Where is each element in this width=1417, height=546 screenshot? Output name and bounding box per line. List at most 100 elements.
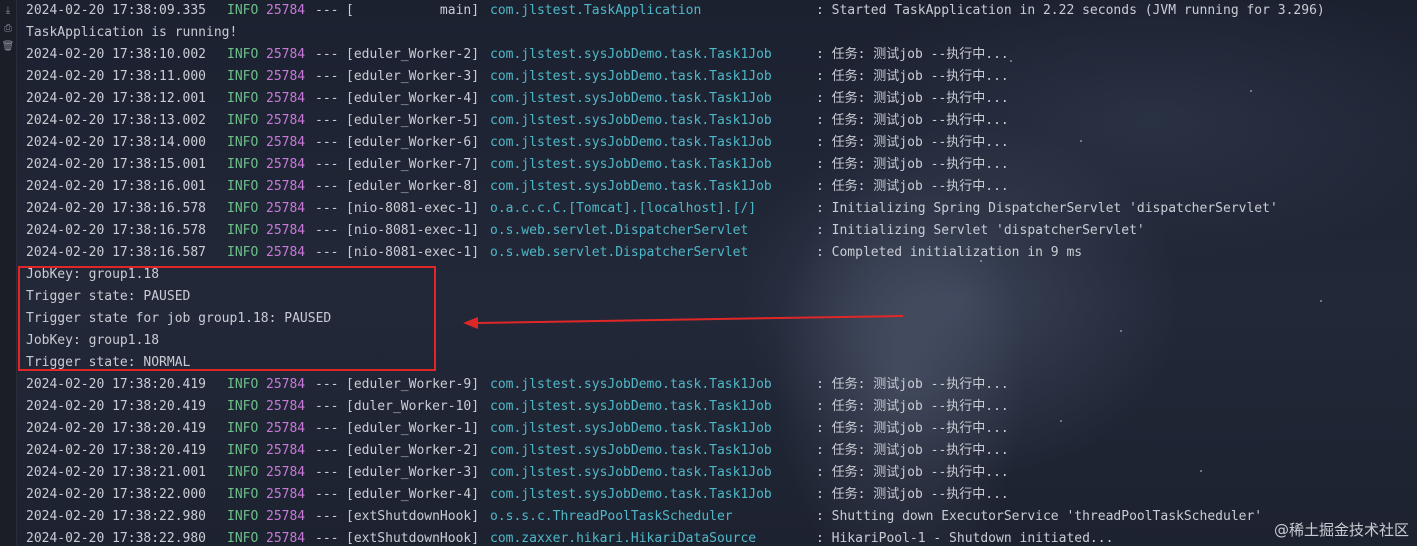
console-line: 2024-02-20 17:38:22.980 INFO 25784 --- [extS… xyxy=(26,506,1417,528)
console-line: 2024-02-20 17:38:20.419 INFO 25784 --- [edul… xyxy=(26,374,1417,396)
log-timestamp: 2024-02-20 17:38:22.000 xyxy=(26,487,207,502)
console-line: 2024-02-20 17:38:09.335 INFO 25784 --- [ mai… xyxy=(26,0,1417,22)
log-level: INFO xyxy=(227,223,259,238)
log-thread: [duler_Worker-10] xyxy=(346,399,480,414)
log-level: INFO xyxy=(227,179,259,194)
log-timestamp: 2024-02-20 17:38:13.002 xyxy=(26,113,207,128)
console-line: 2024-02-20 17:38:10.002 INFO 25784 --- [edul… xyxy=(26,44,1417,66)
console-line: 2024-02-20 17:38:11.000 INFO 25784 --- [edul… xyxy=(26,66,1417,88)
log-logger[interactable]: com.jlstest.sysJobDemo.task.Task1Job xyxy=(490,88,772,110)
log-level: INFO xyxy=(227,443,259,458)
log-separator: --- xyxy=(315,135,339,150)
log-pid: 25784 xyxy=(266,201,306,216)
log-message: : 任务: 测试job --执行中... xyxy=(816,135,1009,150)
log-message: : 任务: 测试job --执行中... xyxy=(816,377,1009,392)
print-icon[interactable]: ⎙ xyxy=(0,22,16,36)
log-pid: 25784 xyxy=(266,377,306,392)
log-thread: [eduler_Worker-3] xyxy=(346,465,480,480)
log-separator: --- xyxy=(315,179,339,194)
log-pid: 25784 xyxy=(266,157,306,172)
log-logger[interactable]: com.jlstest.sysJobDemo.task.Task1Job xyxy=(490,484,772,506)
log-logger[interactable]: com.zaxxer.hikari.HikariDataSource xyxy=(490,528,756,546)
console-line: 2024-02-20 17:38:13.002 INFO 25784 --- [edul… xyxy=(26,110,1417,132)
log-timestamp: 2024-02-20 17:38:20.419 xyxy=(26,377,207,392)
log-logger[interactable]: com.jlstest.sysJobDemo.task.Task1Job xyxy=(490,374,772,396)
log-thread: [eduler_Worker-5] xyxy=(346,113,480,128)
console-line: 2024-02-20 17:38:20.419 INFO 25784 --- [edul… xyxy=(26,418,1417,440)
console-line: 2024-02-20 17:38:16.587 INFO 25784 --- [nio-… xyxy=(26,242,1417,264)
log-message: : Shutting down ExecutorService 'threadP… xyxy=(816,509,1263,524)
log-pid: 25784 xyxy=(266,421,306,436)
log-message: : HikariPool-1 - Shutdown initiated... xyxy=(816,531,1114,546)
log-logger[interactable]: o.s.web.servlet.DispatcherServlet xyxy=(490,220,748,242)
log-logger[interactable]: com.jlstest.sysJobDemo.task.Task1Job xyxy=(490,176,772,198)
log-logger[interactable]: o.s.s.c.ThreadPoolTaskScheduler xyxy=(490,506,733,528)
console-line: 2024-02-20 17:38:15.001 INFO 25784 --- [edul… xyxy=(26,154,1417,176)
log-timestamp: 2024-02-20 17:38:12.001 xyxy=(26,91,207,106)
log-pid: 25784 xyxy=(266,3,306,18)
log-separator: --- xyxy=(315,245,339,260)
log-thread: [eduler_Worker-1] xyxy=(346,421,480,436)
log-timestamp: 2024-02-20 17:38:20.419 xyxy=(26,443,207,458)
log-pid: 25784 xyxy=(266,465,306,480)
console-line: 2024-02-20 17:38:21.001 INFO 25784 --- [edul… xyxy=(26,462,1417,484)
log-level: INFO xyxy=(227,509,259,524)
log-logger[interactable]: com.jlstest.sysJobDemo.task.Task1Job xyxy=(490,154,772,176)
log-message: : 任务: 测试job --执行中... xyxy=(816,421,1009,436)
log-logger[interactable]: o.s.web.servlet.DispatcherServlet xyxy=(490,242,748,264)
trash-icon[interactable]: 🗑 xyxy=(0,40,16,54)
log-timestamp: 2024-02-20 17:38:16.578 xyxy=(26,223,207,238)
log-level: INFO xyxy=(227,135,259,150)
log-level: INFO xyxy=(227,465,259,480)
watermark: @稀土掘金技术社区 xyxy=(1273,521,1409,539)
log-pid: 25784 xyxy=(266,531,306,546)
console-line: 2024-02-20 17:38:20.419 INFO 25784 --- [edul… xyxy=(26,440,1417,462)
log-level: INFO xyxy=(227,91,259,106)
log-thread: [extShutdownHook] xyxy=(346,531,480,546)
log-pid: 25784 xyxy=(266,399,306,414)
log-thread: [eduler_Worker-4] xyxy=(346,91,480,106)
log-separator: --- xyxy=(315,465,339,480)
log-message: : 任务: 测试job --执行中... xyxy=(816,113,1009,128)
log-logger[interactable]: com.jlstest.sysJobDemo.task.Task1Job xyxy=(490,418,772,440)
log-message: : 任务: 测试job --执行中... xyxy=(816,487,1009,502)
console-line: TaskApplication is running! xyxy=(26,22,1417,44)
log-separator: --- xyxy=(315,91,339,106)
log-separator: --- xyxy=(315,421,339,436)
log-logger[interactable]: com.jlstest.sysJobDemo.task.Task1Job xyxy=(490,66,772,88)
console-line: 2024-02-20 17:38:20.419 INFO 25784 --- [dule… xyxy=(26,396,1417,418)
annotation-highlight-box xyxy=(18,266,436,371)
log-separator: --- xyxy=(315,223,339,238)
log-logger[interactable]: o.a.c.c.C.[Tomcat].[localhost].[/] xyxy=(490,198,756,220)
log-thread: [nio-8081-exec-1] xyxy=(346,201,480,216)
log-thread: [eduler_Worker-4] xyxy=(346,487,480,502)
log-logger[interactable]: com.jlstest.sysJobDemo.task.Task1Job xyxy=(490,110,772,132)
log-level: INFO xyxy=(227,113,259,128)
log-timestamp: 2024-02-20 17:38:09.335 xyxy=(26,3,207,18)
log-level: INFO xyxy=(227,377,259,392)
download-arrow-icon[interactable]: ⤓ xyxy=(0,4,16,18)
log-thread: [nio-8081-exec-1] xyxy=(346,245,480,260)
log-timestamp: 2024-02-20 17:38:15.001 xyxy=(26,157,207,172)
log-message: : 任务: 测试job --执行中... xyxy=(816,465,1009,480)
log-level: INFO xyxy=(227,531,259,546)
log-level: INFO xyxy=(227,399,259,414)
console-plain-text: TaskApplication is running! xyxy=(26,25,238,40)
log-logger[interactable]: com.jlstest.sysJobDemo.task.Task1Job xyxy=(490,396,772,418)
log-message: : 任务: 测试job --执行中... xyxy=(816,399,1009,414)
log-logger[interactable]: com.jlstest.sysJobDemo.task.Task1Job xyxy=(490,132,772,154)
log-logger[interactable]: com.jlstest.TaskApplication xyxy=(490,0,701,22)
log-pid: 25784 xyxy=(266,69,306,84)
log-pid: 25784 xyxy=(266,487,306,502)
log-message: : 任务: 测试job --执行中... xyxy=(816,91,1009,106)
log-message: : Initializing Servlet 'dispatcherServle… xyxy=(816,223,1145,238)
log-logger[interactable]: com.jlstest.sysJobDemo.task.Task1Job xyxy=(490,440,772,462)
log-logger[interactable]: com.jlstest.sysJobDemo.task.Task1Job xyxy=(490,462,772,484)
log-timestamp: 2024-02-20 17:38:22.980 xyxy=(26,531,207,546)
log-message: : Completed initialization in 9 ms xyxy=(816,245,1083,260)
log-logger[interactable]: com.jlstest.sysJobDemo.task.Task1Job xyxy=(490,44,772,66)
log-thread: [eduler_Worker-3] xyxy=(346,69,480,84)
log-level: INFO xyxy=(227,157,259,172)
log-level: INFO xyxy=(227,69,259,84)
log-thread: [ main] xyxy=(346,3,480,18)
